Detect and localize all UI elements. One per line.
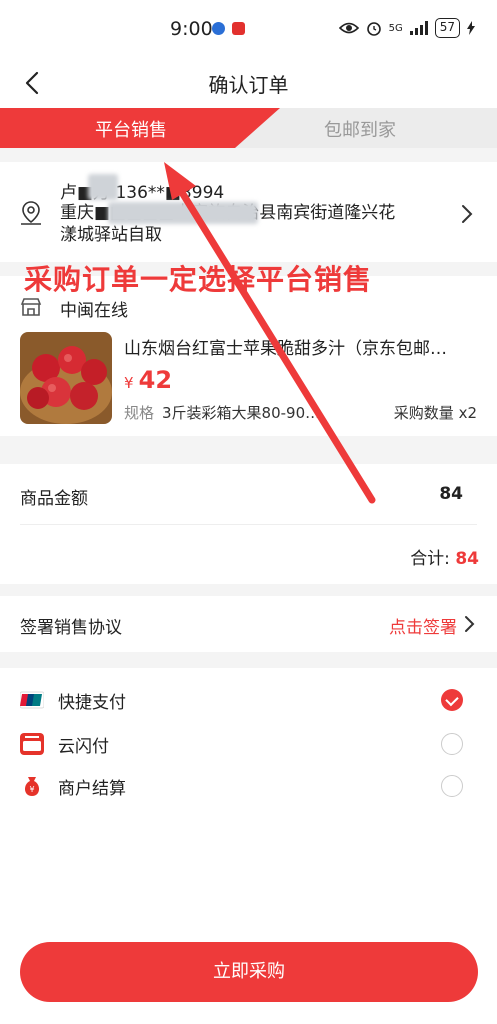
chevron-right-icon <box>462 205 473 223</box>
privacy-blur <box>108 202 258 224</box>
payment-name: 商户结算 <box>58 779 126 799</box>
payment-option[interactable]: 云闪付 <box>0 724 497 764</box>
nav-bar: 确认订单 <box>0 58 497 108</box>
price-value: 42 <box>138 366 173 394</box>
battery-indicator: 57 <box>434 18 460 38</box>
recipient-name-phone: 卢■万 136**■3994 <box>60 183 225 203</box>
charging-icon <box>467 21 475 35</box>
total-label: 合计: <box>410 549 450 569</box>
purchase-now-button[interactable]: 立即采购 <box>20 942 478 1002</box>
spec-label: 规格 <box>124 404 155 422</box>
product-price: ¥ 42 <box>124 366 172 394</box>
signal-icon <box>409 21 428 35</box>
purchase-quantity: 采购数量 x2 <box>393 404 477 422</box>
tab-free-shipping[interactable]: 包邮到家 <box>324 116 396 142</box>
shop-icon <box>20 298 42 316</box>
annotation-text: 采购订单一定选择平台销售 <box>24 263 373 296</box>
status-bar: 9:00 5G 57 <box>0 0 497 58</box>
app-notification-icon <box>232 22 245 35</box>
goods-amount-label: 商品金额 <box>20 489 88 509</box>
payment-radio-selected[interactable] <box>441 689 463 711</box>
product-spec: 规格 3斤装彩箱大果80-90… <box>124 402 320 423</box>
location-pin-icon <box>21 201 41 225</box>
product-card: 中闽在线 山东烟台红富士苹果脆甜多汁（京东包邮… ¥ 42 规格 3斤装彩箱大果8… <box>0 276 497 436</box>
network-label: 5G <box>388 22 403 34</box>
cloud-quickpass-icon <box>20 733 44 755</box>
sales-type-tabs: 平台销售 包邮到家 <box>0 108 497 148</box>
status-time: 9:00 <box>170 18 213 40</box>
alarm-icon <box>366 22 381 36</box>
page-title: 确认订单 <box>208 73 289 97</box>
payment-name: 云闪付 <box>58 737 109 757</box>
money-bag-icon: ¥ <box>24 777 40 796</box>
order-total: 合计: 84 <box>410 544 479 569</box>
agreement-label: 签署销售协议 <box>20 618 122 638</box>
payment-radio[interactable] <box>441 775 463 797</box>
status-icons: 5G 57 <box>338 18 475 38</box>
payment-name: 快捷支付 <box>58 693 126 713</box>
spec-value: 3斤装彩箱大果80-90… <box>162 404 321 422</box>
payment-option[interactable]: ¥ 商户结算 <box>0 766 497 806</box>
product-image[interactable] <box>20 332 112 424</box>
chevron-right-icon <box>465 616 475 632</box>
eye-icon <box>338 22 359 34</box>
privacy-blur <box>88 174 118 200</box>
app-notification-icon <box>212 22 225 35</box>
shop-name: 中闽在线 <box>60 301 128 321</box>
tab-platform-sales[interactable]: 平台销售 <box>95 116 167 142</box>
unionpay-icon <box>20 691 44 709</box>
sales-agreement-row[interactable]: 签署销售协议 点击签署 <box>0 596 497 652</box>
payment-radio[interactable] <box>441 733 463 755</box>
payment-option[interactable]: 快捷支付 <box>0 680 497 720</box>
price-currency: ¥ <box>124 374 134 392</box>
amount-card: 商品金额 84 合计: 84 <box>0 464 497 584</box>
divider <box>20 524 477 525</box>
total-value: 84 <box>455 549 479 569</box>
sign-agreement-link[interactable]: 点击签署 <box>389 613 457 638</box>
address-line-2: 漾城驿站自取 <box>60 225 162 245</box>
address-card[interactable]: 卢■万 136**■3994 重庆■■■■■土家族自治县南宾街道隆兴花 漾城驿站… <box>0 162 497 262</box>
svg-text:¥: ¥ <box>29 785 34 794</box>
product-name[interactable]: 山东烟台红富士苹果脆甜多汁（京东包邮… <box>124 334 480 359</box>
goods-amount-value: 84 <box>439 484 463 504</box>
